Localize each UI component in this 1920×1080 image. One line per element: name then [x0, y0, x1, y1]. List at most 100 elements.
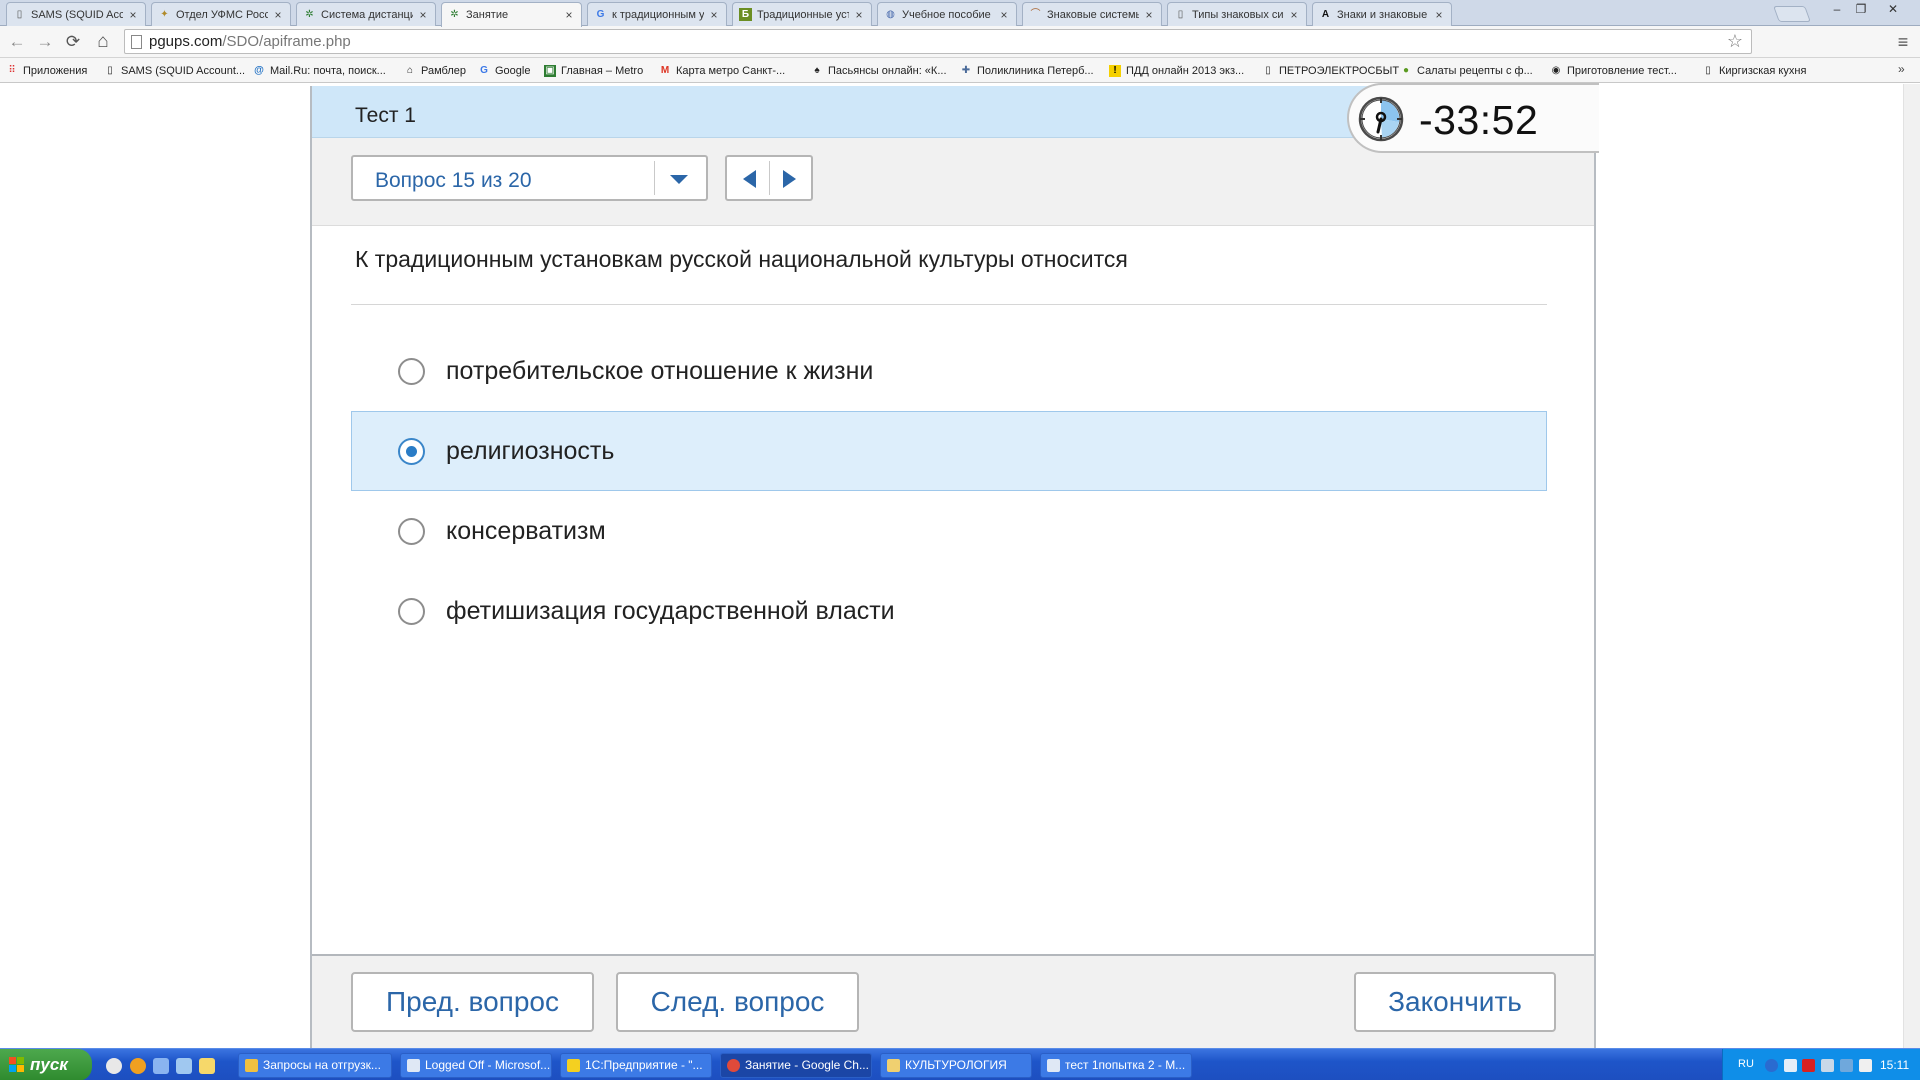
radio-button-selected[interactable]: [398, 438, 425, 465]
bookmark-pdd[interactable]: ! ПДД онлайн 2013 экз...: [1109, 62, 1244, 79]
back-arrow-icon[interactable]: ←: [6, 32, 28, 52]
answer-option-3[interactable]: консерватизм: [351, 491, 1547, 571]
tab-close-icon[interactable]: ×: [1143, 8, 1155, 22]
bookmark-label: Салаты рецепты с ф...: [1417, 64, 1533, 77]
answer-option-2[interactable]: религиозность: [351, 411, 1547, 491]
forward-arrow-icon[interactable]: →: [34, 32, 56, 52]
radio-button[interactable]: [398, 598, 425, 625]
network-icon[interactable]: [1784, 1059, 1797, 1072]
next-question-arrow-icon[interactable]: [779, 169, 801, 189]
reload-icon[interactable]: ⟳: [62, 32, 84, 52]
answer-option-4[interactable]: фетишизация государственной власти: [351, 571, 1547, 651]
task-item-chrome[interactable]: Занятие - Google Ch...: [720, 1053, 872, 1078]
tab-close-icon[interactable]: ×: [563, 8, 575, 22]
bookmark-mailru[interactable]: @ Mail.Ru: почта, поиск...: [253, 62, 386, 79]
bookmarks-overflow-icon[interactable]: »: [1898, 62, 1905, 76]
rambler-icon: ⌂: [406, 64, 414, 76]
metro-m-icon: M: [660, 64, 670, 76]
answer-text: потребительское отношение к жизни: [446, 357, 874, 385]
tab-close-icon[interactable]: ×: [1288, 8, 1300, 22]
safely-remove-icon[interactable]: [1821, 1059, 1834, 1072]
next-question-button[interactable]: След. вопрос: [616, 972, 859, 1032]
update-icon[interactable]: [1840, 1059, 1853, 1072]
volume-icon[interactable]: [1859, 1059, 1872, 1072]
bookmark-kyrgyz[interactable]: ▯ Киргизская кухня: [1702, 62, 1806, 79]
bookmark-google[interactable]: G Google: [478, 62, 530, 79]
clock: 15:11: [1880, 1058, 1910, 1072]
tab-label: Занятие: [466, 9, 509, 21]
browser-tab-traditsionnye[interactable]: Б Традиционные установ ×: [732, 2, 872, 26]
task-label: тест 1попытка 2 - M...: [1065, 1058, 1186, 1072]
previous-question-arrow-icon[interactable]: [739, 169, 761, 189]
page-scrollbar[interactable]: [1903, 84, 1920, 1048]
question-selector-label: Вопрос 15 из 20: [375, 169, 532, 192]
tab-close-icon[interactable]: ×: [1433, 8, 1445, 22]
quiz-title: Тест 1: [355, 104, 416, 127]
tab-close-icon[interactable]: ×: [417, 8, 429, 22]
page-icon: ▯: [107, 64, 113, 76]
question-selector[interactable]: Вопрос 15 из 20: [351, 155, 708, 201]
bookmark-solitaire[interactable]: ♠ Пасьянсы онлайн: «К...: [811, 62, 946, 79]
question-text: К традиционным установкам русской национ…: [355, 246, 1128, 272]
task-item-requests[interactable]: Запросы на отгрузк...: [238, 1053, 392, 1078]
antivirus-icon[interactable]: [1802, 1059, 1815, 1072]
radio-button[interactable]: [398, 358, 425, 385]
new-tab-button[interactable]: [1773, 6, 1811, 22]
bookmark-dough[interactable]: ◉ Приготовление тест...: [1550, 62, 1677, 79]
bookmark-metro-map[interactable]: M Карта метро Санкт-...: [659, 62, 785, 79]
browser-tab-tipy[interactable]: ▯ Типы знаковых систем и ×: [1167, 2, 1307, 26]
radio-button[interactable]: [398, 518, 425, 545]
bookmark-star-icon[interactable]: ☆: [1727, 31, 1743, 52]
bookmark-petroelektrosbyt[interactable]: ▯ ПЕТРОЭЛЕКТРОСБЫТ: [1262, 62, 1399, 79]
bookmark-apps[interactable]: ⠿ Приложения: [6, 62, 87, 79]
address-bar[interactable]: pgups.com/SDO/apiframe.php ☆: [124, 29, 1752, 54]
tab-label: Знаковые системы запи: [1047, 8, 1139, 21]
prev-question-button[interactable]: Пред. вопрос: [351, 972, 594, 1032]
chevron-down-icon[interactable]: [670, 175, 688, 184]
salad-icon: ●: [1402, 64, 1410, 76]
pgups-icon: ✲: [305, 8, 314, 20]
show-desktop-icon[interactable]: [176, 1058, 192, 1074]
browser-tab-znakovye[interactable]: ⌒ Знаковые системы запи ×: [1022, 2, 1162, 26]
start-button[interactable]: пуск: [0, 1049, 92, 1080]
minimize-icon[interactable]: –: [1826, 2, 1848, 18]
task-label: КУЛЬТУРОЛОГИЯ: [905, 1058, 1007, 1072]
messenger-icon[interactable]: [199, 1058, 215, 1074]
tab-close-icon[interactable]: ×: [853, 8, 865, 22]
bookmark-clinic[interactable]: ✚ Поликлиника Петерб...: [960, 62, 1094, 79]
tab-close-icon[interactable]: ×: [998, 8, 1010, 22]
browser-menu-icon[interactable]: ≡: [1895, 32, 1911, 52]
task-item-folder[interactable]: КУЛЬТУРОЛОГИЯ: [880, 1053, 1032, 1078]
browser-tab-znaki[interactable]: A Знаки и знаковые систе ×: [1312, 2, 1452, 26]
tab-close-icon[interactable]: ×: [127, 8, 139, 22]
bookmark-salads[interactable]: ● Салаты рецепты с ф...: [1400, 62, 1533, 79]
task-item-1c[interactable]: 1С:Предприятие - "...: [560, 1053, 712, 1078]
browser-tab-google-search[interactable]: G к традиционным устано ×: [587, 2, 727, 26]
bookmark-rambler[interactable]: ⌂ Рамблер: [404, 62, 466, 79]
maximize-icon[interactable]: ❐: [1850, 2, 1872, 18]
finish-button[interactable]: Закончить: [1354, 972, 1556, 1032]
chrome-icon[interactable]: [106, 1058, 122, 1074]
browser-tab-sams[interactable]: ▯ SAMS (SQUID Account M ×: [6, 2, 146, 26]
internet-explorer-icon[interactable]: [153, 1058, 169, 1074]
question-divider: [351, 304, 1547, 305]
window-close-icon[interactable]: ✕: [1874, 2, 1912, 18]
firefox-icon[interactable]: [130, 1058, 146, 1074]
browser-tab-zanyatie[interactable]: ✲ Занятие ×: [441, 2, 582, 27]
task-item-outlook[interactable]: Logged Off - Microsof...: [400, 1053, 552, 1078]
language-indicator[interactable]: RU: [1738, 1058, 1754, 1070]
task-item-word[interactable]: тест 1попытка 2 - M...: [1040, 1053, 1192, 1078]
browser-tab-sdo[interactable]: ✲ Система дистанционног ×: [296, 2, 436, 26]
home-icon[interactable]: ⌂: [92, 32, 114, 52]
tray-app-icon[interactable]: [1765, 1059, 1778, 1072]
browser-tab-ufms[interactable]: ✦ Отдел УФМС России по ×: [151, 2, 291, 26]
browser-tab-uchebnoe[interactable]: ◍ Учебное пособие ×: [877, 2, 1017, 26]
answer-option-1[interactable]: потребительское отношение к жизни: [351, 331, 1547, 411]
a-icon: A: [1321, 8, 1330, 20]
bookmark-label: Главная – Metro: [561, 64, 644, 77]
bookmark-sams[interactable]: ▯ SAMS (SQUID Account...: [104, 62, 245, 79]
bookmark-metro[interactable]: ▣ Главная – Metro: [544, 62, 643, 79]
bookmark-label: Приложения: [23, 64, 88, 77]
tab-close-icon[interactable]: ×: [708, 8, 720, 22]
tab-close-icon[interactable]: ×: [272, 8, 284, 22]
